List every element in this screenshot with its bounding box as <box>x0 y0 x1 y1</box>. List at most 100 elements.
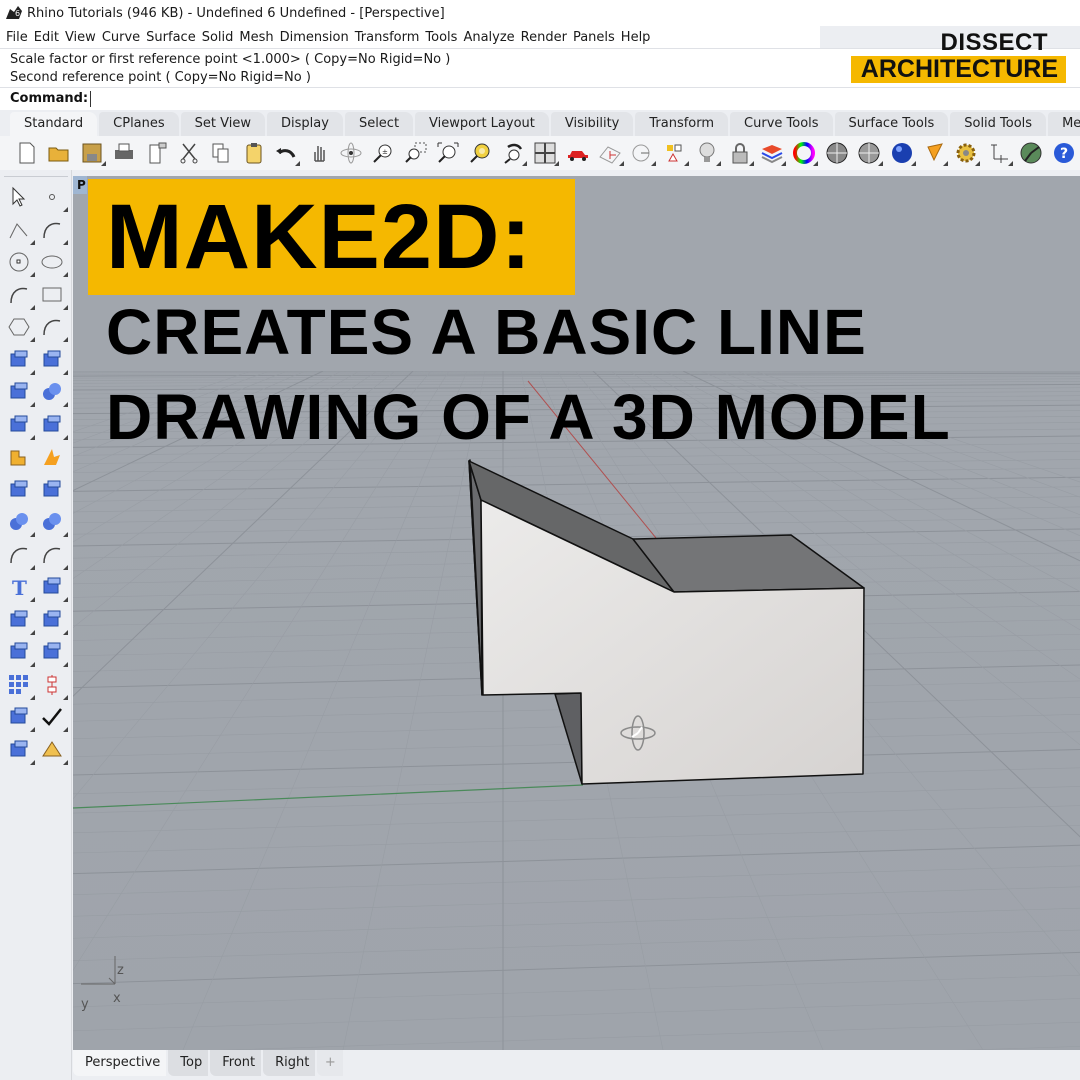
cone-light-icon[interactable] <box>919 139 949 167</box>
tab-cplanes[interactable]: CPlanes <box>99 112 179 136</box>
import-icon[interactable] <box>142 139 172 167</box>
menu-edit[interactable]: Edit <box>34 30 59 45</box>
tab-viewport-layout[interactable]: Viewport Layout <box>415 112 549 136</box>
viewport-title[interactable]: P <box>73 176 87 194</box>
polyline-icon[interactable] <box>5 216 35 245</box>
shaded-sphere-icon[interactable] <box>822 139 852 167</box>
tab-standard[interactable]: Standard <box>10 112 98 136</box>
dimension-icon[interactable] <box>984 139 1014 167</box>
box-icon[interactable] <box>5 378 35 407</box>
properties-icon[interactable] <box>5 703 35 732</box>
menu-file[interactable]: File <box>6 30 28 45</box>
view-tab-perspective[interactable]: Perspective <box>73 1050 167 1076</box>
curve-icon[interactable] <box>38 216 68 245</box>
options-gear-icon[interactable] <box>951 139 981 167</box>
pan-icon[interactable] <box>304 139 334 167</box>
explode-icon[interactable] <box>5 443 33 471</box>
undo-icon[interactable] <box>271 139 301 167</box>
tab-set-view[interactable]: Set View <box>180 112 266 136</box>
object-snap-icon[interactable] <box>660 139 690 167</box>
solid-edit-icon[interactable] <box>5 638 35 667</box>
view-tab-right[interactable]: Right <box>263 1050 316 1076</box>
rendered-sphere-icon[interactable] <box>887 139 917 167</box>
menu-help[interactable]: Help <box>621 30 651 45</box>
trim-icon[interactable] <box>5 476 33 504</box>
boolean-split-icon[interactable] <box>38 443 66 471</box>
rotate-view-icon[interactable] <box>336 139 366 167</box>
align-icon[interactable] <box>38 671 68 700</box>
pyramid-icon[interactable] <box>38 736 68 765</box>
tab-surface-tools[interactable]: Surface Tools <box>834 112 949 136</box>
tab-mesh-tools[interactable]: Mesh Tools <box>1048 112 1080 136</box>
grid-array-icon[interactable] <box>5 671 35 700</box>
tab-visibility[interactable]: Visibility <box>550 112 634 136</box>
mesh-plane-icon[interactable] <box>38 411 68 440</box>
rotate-object-icon[interactable] <box>38 606 68 635</box>
tab-transform[interactable]: Transform <box>635 112 729 136</box>
open-folder-icon[interactable] <box>44 139 74 167</box>
fillet-curve-icon[interactable] <box>38 313 68 342</box>
point-icon[interactable] <box>38 183 68 212</box>
cplane-icon[interactable] <box>627 139 657 167</box>
save-icon[interactable] <box>77 139 107 167</box>
menu-curve[interactable]: Curve <box>102 30 140 45</box>
move-icon[interactable] <box>38 573 68 602</box>
paste-icon[interactable] <box>239 139 269 167</box>
text-icon[interactable]: T <box>5 573 35 602</box>
rectangle-icon[interactable] <box>38 281 68 310</box>
surface-corners-icon[interactable] <box>5 346 35 375</box>
zoom-extents-icon[interactable] <box>433 139 463 167</box>
lock-icon[interactable] <box>725 139 755 167</box>
cylinder-icon[interactable] <box>5 411 35 440</box>
cut-icon[interactable] <box>174 139 204 167</box>
menu-view[interactable]: View <box>65 30 96 45</box>
ungroup-icon[interactable] <box>38 508 68 537</box>
zoom-window-icon[interactable] <box>401 139 431 167</box>
render-objects-icon[interactable] <box>5 736 35 765</box>
circle-icon[interactable] <box>5 248 35 277</box>
menu-analyze[interactable]: Analyze <box>463 30 514 45</box>
new-file-icon[interactable] <box>12 139 42 167</box>
tab-select[interactable]: Select <box>344 112 414 136</box>
select-arrow-icon[interactable] <box>5 183 33 211</box>
light-bulb-icon[interactable] <box>692 139 722 167</box>
analyze-icon[interactable] <box>1016 139 1046 167</box>
fillet-edge-icon[interactable] <box>38 541 68 570</box>
menu-panels[interactable]: Panels <box>573 30 615 45</box>
color-wheel-icon[interactable] <box>789 139 819 167</box>
group-icon[interactable] <box>5 508 35 537</box>
undo-view-icon[interactable] <box>498 139 528 167</box>
extrude-surface-icon[interactable] <box>38 346 68 375</box>
array-icon[interactable] <box>5 606 35 635</box>
menu-surface[interactable]: Surface <box>146 30 196 45</box>
view-tab-front[interactable]: Front <box>210 1050 262 1076</box>
ellipse-icon[interactable] <box>38 248 68 277</box>
menu-tools[interactable]: Tools <box>425 30 457 45</box>
check-icon[interactable] <box>38 703 68 732</box>
tab-curve-tools[interactable]: Curve Tools <box>730 112 833 136</box>
tab-solid-tools[interactable]: Solid Tools <box>950 112 1047 136</box>
wireframe-sphere-icon[interactable] <box>854 139 884 167</box>
menu-dimension[interactable]: Dimension <box>280 30 349 45</box>
polygon-icon[interactable] <box>5 313 35 342</box>
copy-icon[interactable] <box>206 139 236 167</box>
split-icon[interactable] <box>38 476 66 504</box>
arc-icon[interactable] <box>5 281 35 310</box>
zoom-dynamic-icon[interactable]: ± <box>368 139 398 167</box>
add-view-tab-button[interactable]: + <box>317 1050 344 1076</box>
menu-mesh[interactable]: Mesh <box>239 30 273 45</box>
grid-icon[interactable] <box>595 139 625 167</box>
project-icon[interactable] <box>38 638 68 667</box>
layer-icon[interactable] <box>757 139 787 167</box>
command-input[interactable] <box>90 90 991 107</box>
menu-solid[interactable]: Solid <box>202 30 234 45</box>
car-icon[interactable] <box>563 139 593 167</box>
print-icon[interactable] <box>109 139 139 167</box>
menu-render[interactable]: Render <box>521 30 567 45</box>
view-tab-top[interactable]: Top <box>168 1050 209 1076</box>
menu-transform[interactable]: Transform <box>355 30 420 45</box>
four-viewports-icon[interactable] <box>530 139 560 167</box>
sphere-union-icon[interactable] <box>38 378 68 407</box>
offset-curve-icon[interactable] <box>5 541 35 570</box>
help-icon[interactable]: ? <box>1049 139 1079 167</box>
